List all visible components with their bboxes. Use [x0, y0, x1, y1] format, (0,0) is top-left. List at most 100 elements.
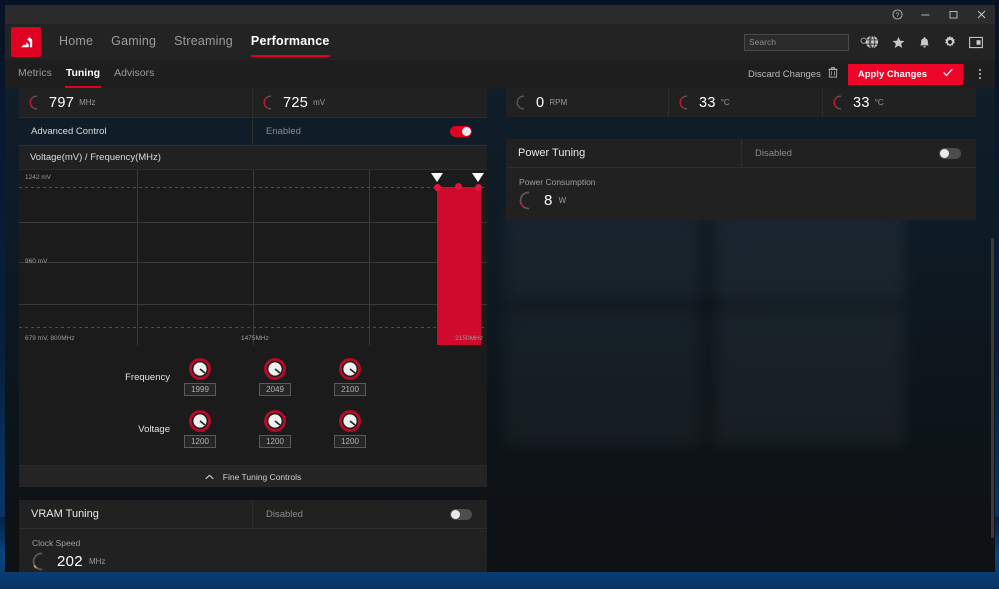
- advanced-control-toggle[interactable]: [450, 126, 472, 137]
- maximize-button[interactable]: [939, 5, 967, 24]
- sub-navigation: Metrics Tuning Advisors Discard Changes …: [5, 60, 995, 89]
- nav-item-streaming[interactable]: Streaming: [174, 34, 233, 51]
- graph-x-right-label: 2150MHz: [455, 335, 483, 342]
- power-consumption-cell: Power Consumption 8 W: [506, 168, 976, 220]
- curve-point-3[interactable]: [475, 184, 482, 191]
- voltage-knob-2[interactable]: 1200: [256, 410, 294, 448]
- voltage-knob-row: Voltage 1200 1200 1200: [19, 403, 487, 455]
- vram-tuning-card: VRAM Tuning Disabled Clock Speed 202 MHz: [19, 500, 487, 572]
- gauge-icon: [519, 191, 538, 210]
- curve-point-2[interactable]: [455, 183, 462, 190]
- frequency-knob-1[interactable]: 1999: [181, 358, 219, 396]
- hotspot-temp-value: 33: [853, 94, 870, 111]
- power-tuning-title: Power Tuning: [506, 139, 742, 167]
- frequency-value-1[interactable]: 1999: [184, 383, 216, 396]
- minimize-button[interactable]: [911, 5, 939, 24]
- dial-icon[interactable]: [264, 358, 286, 380]
- title-bar: ?: [5, 5, 995, 24]
- svg-text:?: ?: [895, 12, 899, 19]
- kebab-dot: [979, 73, 981, 75]
- amd-logo-icon[interactable]: [11, 27, 41, 57]
- power-tuning-card: Power Tuning Disabled Power Consumption …: [506, 139, 976, 220]
- apply-changes-button[interactable]: Apply Changes: [847, 63, 963, 85]
- vram-clock-label: Clock Speed: [32, 538, 81, 548]
- gear-icon[interactable]: [937, 29, 963, 55]
- voltage-value-1[interactable]: 1200: [184, 435, 216, 448]
- toggle-knob: [940, 148, 949, 158]
- dial-icon[interactable]: [339, 358, 361, 380]
- vram-clock-unit: MHz: [88, 557, 106, 566]
- advanced-control-state: Enabled: [266, 126, 301, 137]
- hotspot-temp-stat: 33 °C: [823, 88, 976, 117]
- frequency-value-2[interactable]: 2049: [259, 383, 291, 396]
- help-icon[interactable]: ?: [883, 5, 911, 24]
- voltage-label: Voltage: [138, 423, 170, 435]
- frequency-value-3[interactable]: 2100: [334, 383, 366, 396]
- power-consumption-value: 8: [544, 192, 553, 209]
- discard-changes-button[interactable]: Discard Changes: [748, 67, 838, 81]
- gpu-tuning-card: 797 MHz 725 mV Advanced Control Enabled: [19, 88, 487, 572]
- gauge-icon: [516, 95, 531, 110]
- curve-handle-3[interactable]: [472, 173, 484, 182]
- tab-advisors[interactable]: Advisors: [114, 67, 154, 81]
- graph-y-mid-label: 960 mV: [25, 258, 48, 265]
- radeon-software-window: ? Home Gaming Streaming Performance Sear…: [5, 5, 995, 572]
- nav-item-performance[interactable]: Performance: [250, 34, 330, 57]
- close-button[interactable]: [967, 5, 995, 24]
- voltage-knob-3[interactable]: 1200: [331, 410, 369, 448]
- discard-changes-label: Discard Changes: [747, 68, 821, 80]
- curve-point-1[interactable]: [434, 184, 441, 191]
- voltage-frequency-graph[interactable]: 1242 mV 960 mV 679 mV, 800MHz 1475MHz 21…: [19, 170, 487, 345]
- power-consumption-unit: W: [558, 196, 567, 205]
- nav-item-home[interactable]: Home: [59, 34, 93, 51]
- power-consumption-value-row: 8 W: [519, 191, 976, 210]
- bell-icon[interactable]: [911, 29, 937, 55]
- vram-tuning-state-area: Disabled: [253, 500, 487, 528]
- graph-header: Voltage(mV) / Frequency(MHz): [19, 146, 487, 170]
- power-consumption-label: Power Consumption: [519, 177, 596, 187]
- dial-icon[interactable]: [339, 410, 361, 432]
- graph-x-mid-label: 1475MHz: [241, 335, 269, 342]
- chevron-up-icon: [205, 472, 214, 482]
- advanced-control-row: Advanced Control Enabled: [19, 117, 487, 146]
- more-options-button[interactable]: [971, 63, 989, 85]
- vram-clock-value-row: 202 MHz: [32, 552, 487, 571]
- thermal-stat-row: 0 RPM 33 °C 33 °C: [506, 88, 976, 117]
- globe-icon[interactable]: [859, 29, 885, 55]
- advanced-control-label: Advanced Control: [19, 118, 253, 145]
- voltage-curve-fill: [437, 187, 481, 345]
- dial-icon[interactable]: [189, 410, 211, 432]
- gpu-clock-stat: 797 MHz: [19, 88, 253, 117]
- vram-clock-speed-cell: Clock Speed 202 MHz: [19, 529, 487, 572]
- frequency-knob-2[interactable]: 2049: [256, 358, 294, 396]
- gpu-clock-unit: MHz: [79, 98, 96, 107]
- frequency-knob-3[interactable]: 2100: [331, 358, 369, 396]
- panel-icon[interactable]: [963, 29, 989, 55]
- gpu-voltage-value: 725: [283, 94, 309, 111]
- nav-item-gaming[interactable]: Gaming: [111, 34, 156, 51]
- hotspot-temp-unit: °C: [874, 98, 884, 107]
- dial-icon[interactable]: [264, 410, 286, 432]
- vertical-scrollbar[interactable]: [991, 238, 994, 538]
- voltage-knob-1[interactable]: 1200: [181, 410, 219, 448]
- voltage-value-2[interactable]: 1200: [259, 435, 291, 448]
- max-voltage-reference-line: [19, 187, 487, 188]
- curve-handle-1[interactable]: [431, 173, 443, 182]
- tab-metrics[interactable]: Metrics: [18, 67, 52, 81]
- fan-speed-unit: RPM: [549, 98, 568, 107]
- gpu-temp-stat: 33 °C: [669, 88, 823, 117]
- power-tuning-toggle[interactable]: [939, 147, 961, 159]
- fine-tuning-label: Fine Tuning Controls: [222, 471, 302, 482]
- fan-speed-stat: 0 RPM: [506, 88, 669, 117]
- voltage-value-3[interactable]: 1200: [334, 435, 366, 448]
- tab-tuning[interactable]: Tuning: [64, 67, 102, 89]
- fine-tuning-controls-button[interactable]: Fine Tuning Controls: [19, 465, 487, 487]
- search-input[interactable]: [749, 37, 860, 47]
- search-box[interactable]: [744, 33, 869, 51]
- graph-y-top-label: 1242 mV: [25, 174, 52, 181]
- check-icon: [943, 68, 953, 80]
- trash-icon[interactable]: [828, 67, 838, 81]
- star-icon[interactable]: [885, 29, 911, 55]
- vram-tuning-toggle[interactable]: [450, 508, 472, 520]
- dial-icon[interactable]: [189, 358, 211, 380]
